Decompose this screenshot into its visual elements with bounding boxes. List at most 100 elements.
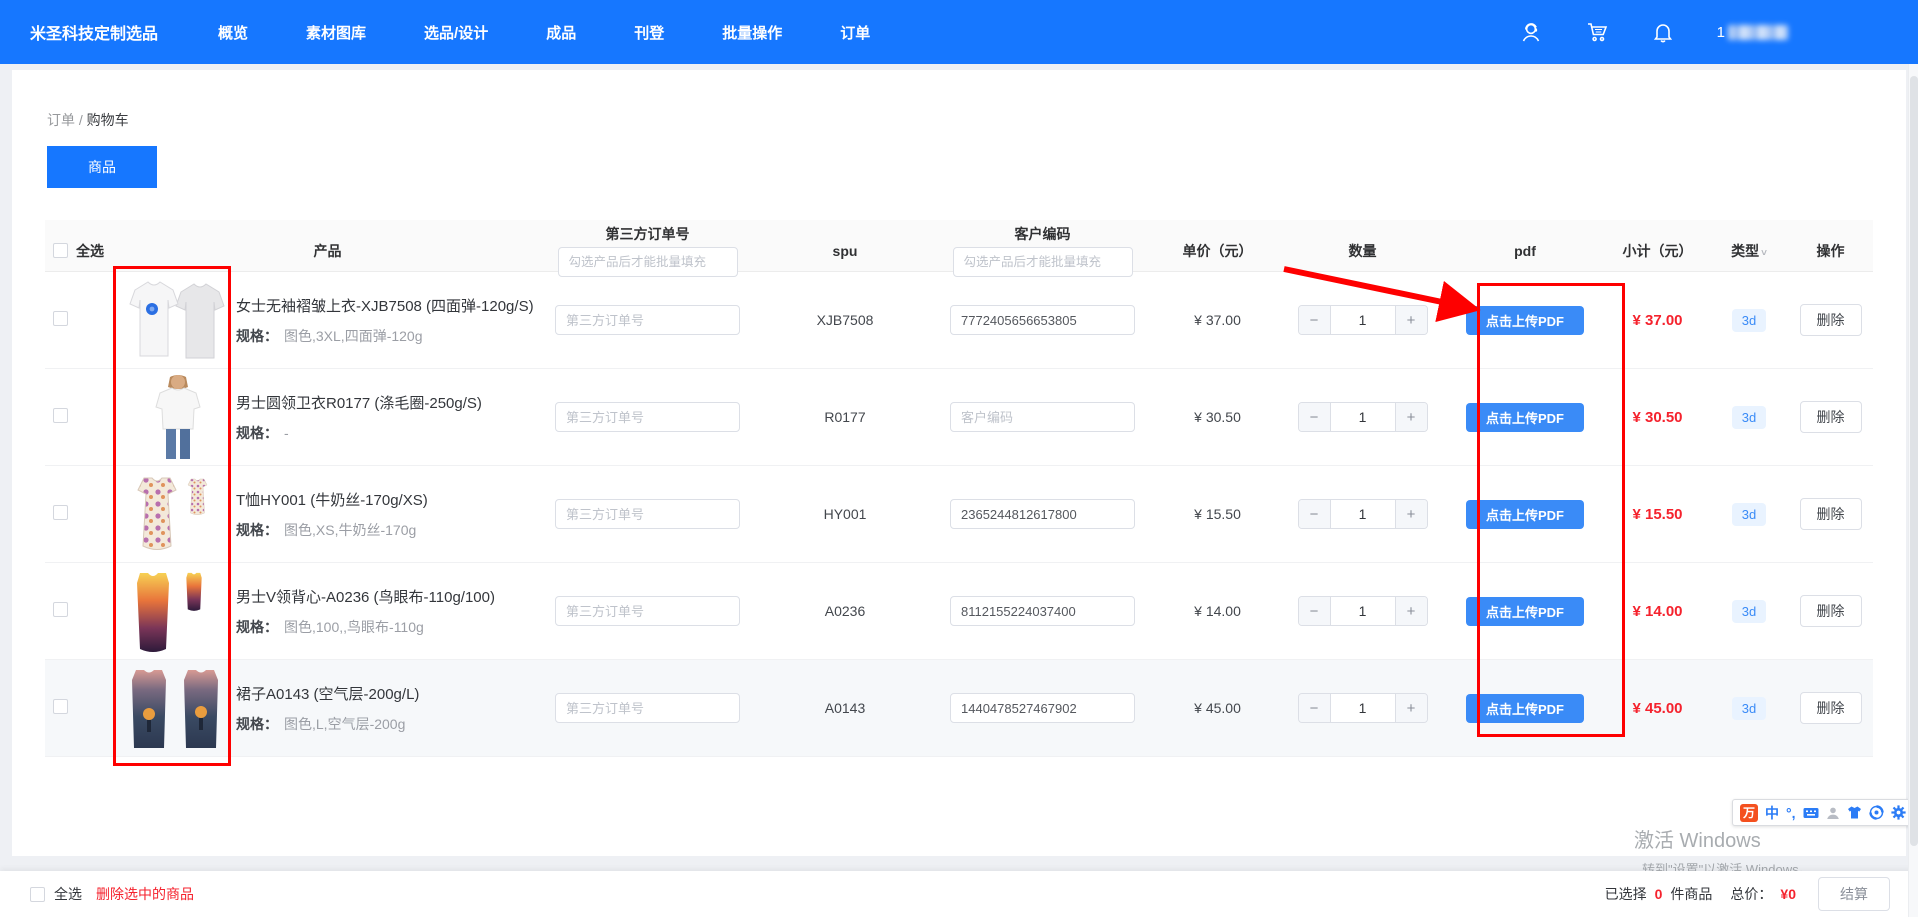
- third-party-order-input[interactable]: [555, 402, 740, 432]
- customer-code-input[interactable]: [950, 305, 1135, 335]
- nav-menu: 概览 素材图库 选品/设计 成品 刊登 批量操作 订单: [218, 22, 870, 43]
- delete-button[interactable]: 删除: [1800, 304, 1862, 336]
- bell-icon[interactable]: [1651, 20, 1675, 44]
- customer-service-icon[interactable]: [1519, 20, 1543, 44]
- customer-code-input[interactable]: [950, 499, 1135, 529]
- quantity-value[interactable]: 1: [1330, 403, 1396, 431]
- quantity-increase-button[interactable]: +: [1396, 694, 1427, 722]
- selected-suffix: 件商品: [1670, 884, 1712, 904]
- footer-select-all-label: 全选: [54, 884, 82, 904]
- nav-item[interactable]: 概览: [218, 22, 248, 43]
- breadcrumb-section[interactable]: 订单: [47, 112, 75, 128]
- col-header-product: 产品: [120, 241, 535, 261]
- product-name: 女士无袖褶皱上衣-XJB7508 (四面弹-120g/S): [236, 295, 534, 316]
- spu-value: R0177: [760, 409, 930, 425]
- product-image[interactable]: [120, 469, 232, 559]
- delete-button[interactable]: 删除: [1800, 692, 1862, 724]
- row-checkbox[interactable]: [53, 505, 68, 520]
- table-body: 女士无袖褶皱上衣-XJB7508 (四面弹-120g/S) 规格：图色,3XL,…: [45, 272, 1873, 757]
- product-image[interactable]: [120, 566, 232, 656]
- customer-code-input[interactable]: [950, 596, 1135, 626]
- upload-pdf-button[interactable]: 点击上传PDF: [1466, 403, 1584, 432]
- customer-code-input[interactable]: [950, 693, 1135, 723]
- nav-item[interactable]: 批量操作: [722, 22, 782, 43]
- row-checkbox[interactable]: [53, 311, 68, 326]
- col-header-spu: spu: [760, 243, 930, 259]
- subtotal-value: ¥ 15.50: [1605, 506, 1710, 523]
- subtotal-value: ¥ 14.00: [1605, 603, 1710, 620]
- table-header: 全选 产品 第三方订单号 spu 客户编码 单价（元） 数量 pdf 小计（元）…: [45, 220, 1873, 272]
- delete-button[interactable]: 删除: [1800, 595, 1862, 627]
- delete-selected-link[interactable]: 删除选中的商品: [96, 884, 194, 904]
- brand-title: 米圣科技定制选品: [30, 20, 158, 44]
- quantity-increase-button[interactable]: +: [1396, 597, 1427, 625]
- row-checkbox[interactable]: [53, 408, 68, 423]
- user-name-visible: 1: [1717, 24, 1725, 41]
- quantity-decrease-button[interactable]: −: [1299, 694, 1330, 722]
- col-header-unit-price: 单价（元）: [1155, 241, 1280, 261]
- quantity-decrease-button[interactable]: −: [1299, 500, 1330, 528]
- upload-pdf-button[interactable]: 点击上传PDF: [1466, 597, 1584, 626]
- product-name: 男士V领背心-A0236 (鸟眼布-110g/100): [236, 586, 495, 607]
- ime-settings-gear-icon[interactable]: [1891, 805, 1906, 820]
- ime-user-icon[interactable]: [1826, 806, 1840, 820]
- table-row: T恤HY001 (牛奶丝-170g/XS) 规格：图色,XS,牛奶丝-170g …: [45, 466, 1873, 563]
- nav-item[interactable]: 素材图库: [306, 22, 366, 43]
- row-checkbox[interactable]: [53, 699, 68, 714]
- scrollbar-thumb[interactable]: [1910, 76, 1918, 846]
- col-header-type[interactable]: 类型˅: [1710, 241, 1788, 261]
- product-image[interactable]: [120, 372, 232, 462]
- quantity-decrease-button[interactable]: −: [1299, 597, 1330, 625]
- cart-icon[interactable]: [1585, 20, 1609, 44]
- ime-punctuation-icon[interactable]: °,: [1786, 805, 1796, 821]
- upload-pdf-button[interactable]: 点击上传PDF: [1466, 306, 1584, 335]
- third-party-order-input[interactable]: [555, 693, 740, 723]
- ime-keyboard-icon[interactable]: [1803, 806, 1819, 820]
- unit-price: ¥ 45.00: [1155, 700, 1280, 716]
- delete-button[interactable]: 删除: [1800, 401, 1862, 433]
- upload-pdf-button[interactable]: 点击上传PDF: [1466, 500, 1584, 529]
- ime-chinese-mode-icon[interactable]: 中: [1765, 803, 1779, 823]
- quantity-decrease-button[interactable]: −: [1299, 403, 1330, 431]
- type-badge: 3d: [1732, 697, 1766, 720]
- batch-order-input[interactable]: [558, 247, 738, 277]
- spu-value: A0143: [760, 700, 930, 716]
- customer-code-input[interactable]: [950, 402, 1135, 432]
- quantity-increase-button[interactable]: +: [1396, 403, 1427, 431]
- nav-item[interactable]: 订单: [840, 22, 870, 43]
- product-image[interactable]: [120, 275, 232, 365]
- delete-button[interactable]: 删除: [1800, 498, 1862, 530]
- ime-skin-icon[interactable]: [1847, 806, 1862, 819]
- row-checkbox[interactable]: [53, 602, 68, 617]
- select-all-checkbox[interactable]: [53, 243, 68, 258]
- third-party-order-input[interactable]: [555, 499, 740, 529]
- ime-logo-icon[interactable]: 万: [1740, 804, 1758, 822]
- nav-item[interactable]: 刊登: [634, 22, 664, 43]
- third-party-order-input[interactable]: [555, 305, 740, 335]
- product-image[interactable]: [120, 663, 232, 753]
- quantity-decrease-button[interactable]: −: [1299, 306, 1330, 334]
- checkout-button[interactable]: 结算: [1818, 877, 1890, 911]
- quantity-increase-button[interactable]: +: [1396, 500, 1427, 528]
- batch-customer-code-input[interactable]: [953, 247, 1133, 277]
- third-party-order-input[interactable]: [555, 596, 740, 626]
- vertical-scrollbar[interactable]: [1908, 64, 1918, 917]
- quantity-value[interactable]: 1: [1330, 306, 1396, 334]
- footer-select-all-checkbox[interactable]: [30, 887, 45, 902]
- quantity-value[interactable]: 1: [1330, 597, 1396, 625]
- product-name: 男士圆领卫衣R0177 (涤毛圈-250g/S): [236, 392, 482, 413]
- tab-products[interactable]: 商品: [47, 146, 157, 188]
- quantity-increase-button[interactable]: +: [1396, 306, 1427, 334]
- upload-pdf-button[interactable]: 点击上传PDF: [1466, 694, 1584, 723]
- nav-item[interactable]: 选品/设计: [424, 22, 488, 43]
- cart-table: 全选 产品 第三方订单号 spu 客户编码 单价（元） 数量 pdf 小计（元）…: [45, 220, 1873, 757]
- spec-value: 图色,L,空气层-200g: [284, 716, 405, 732]
- nav-item[interactable]: 成品: [546, 22, 576, 43]
- ime-wheel-icon[interactable]: [1869, 805, 1884, 820]
- quantity-value[interactable]: 1: [1330, 500, 1396, 528]
- quantity-stepper: − 1 +: [1298, 402, 1428, 432]
- spu-value: A0236: [760, 603, 930, 619]
- quantity-value[interactable]: 1: [1330, 694, 1396, 722]
- product-name: 裙子A0143 (空气层-200g/L): [236, 683, 419, 704]
- user-account[interactable]: 1: [1717, 24, 1788, 41]
